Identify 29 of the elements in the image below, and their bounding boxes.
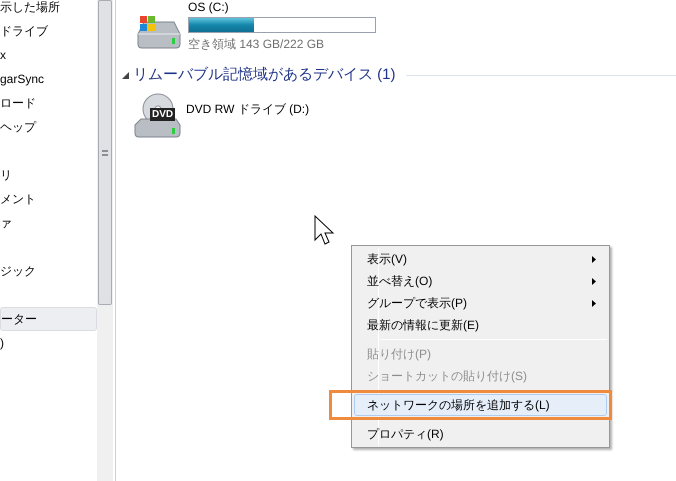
sidebar-item[interactable]: ァ [0, 211, 97, 235]
sidebar-item[interactable]: 示した場所 [0, 0, 97, 19]
submenu-arrow-icon [592, 256, 596, 262]
sidebar-item[interactable]: x [0, 43, 97, 67]
sidebar-item[interactable]: ヘップ [0, 115, 97, 139]
drive-name: OS (C:) [188, 0, 230, 14]
menu-item[interactable]: 表示(V) [354, 248, 607, 270]
sidebar-item[interactable]: ーター [0, 307, 97, 331]
sidebar-item[interactable]: ジック [0, 259, 97, 283]
sidebar-item[interactable]: ) [0, 331, 97, 355]
menu-item[interactable]: ネットワークの場所を追加する(L) [354, 394, 607, 416]
sidebar-item[interactable]: ロード [0, 91, 97, 115]
submenu-arrow-icon [592, 278, 596, 284]
sidebar-item[interactable]: garSync [0, 67, 97, 91]
free-space-text: 空き領域 143 GB/222 GB [188, 37, 326, 51]
collapse-icon[interactable] [122, 72, 129, 79]
menu-item[interactable]: グループで表示(P) [354, 292, 607, 314]
sidebar-item[interactable]: メント [0, 187, 97, 211]
drive-name: DVD RW ドライブ (D:) [186, 100, 310, 118]
menu-item[interactable]: プロパティ(R) [354, 423, 607, 445]
menu-item[interactable]: 最新の情報に更新(E) [354, 314, 607, 336]
section-title[interactable]: リムーバブル記憶域があるデバイス (1) [133, 64, 396, 86]
sidebar-item[interactable]: リ [0, 163, 97, 187]
mouse-cursor-icon [314, 215, 336, 247]
submenu-arrow-icon [592, 300, 596, 306]
sidebar-item[interactable]: ドライブ [0, 19, 97, 43]
dvd-badge: DVD [150, 108, 176, 120]
scrollbar-thumb[interactable] [98, 0, 112, 305]
menu-item[interactable]: 並べ替え(O) [354, 270, 607, 292]
